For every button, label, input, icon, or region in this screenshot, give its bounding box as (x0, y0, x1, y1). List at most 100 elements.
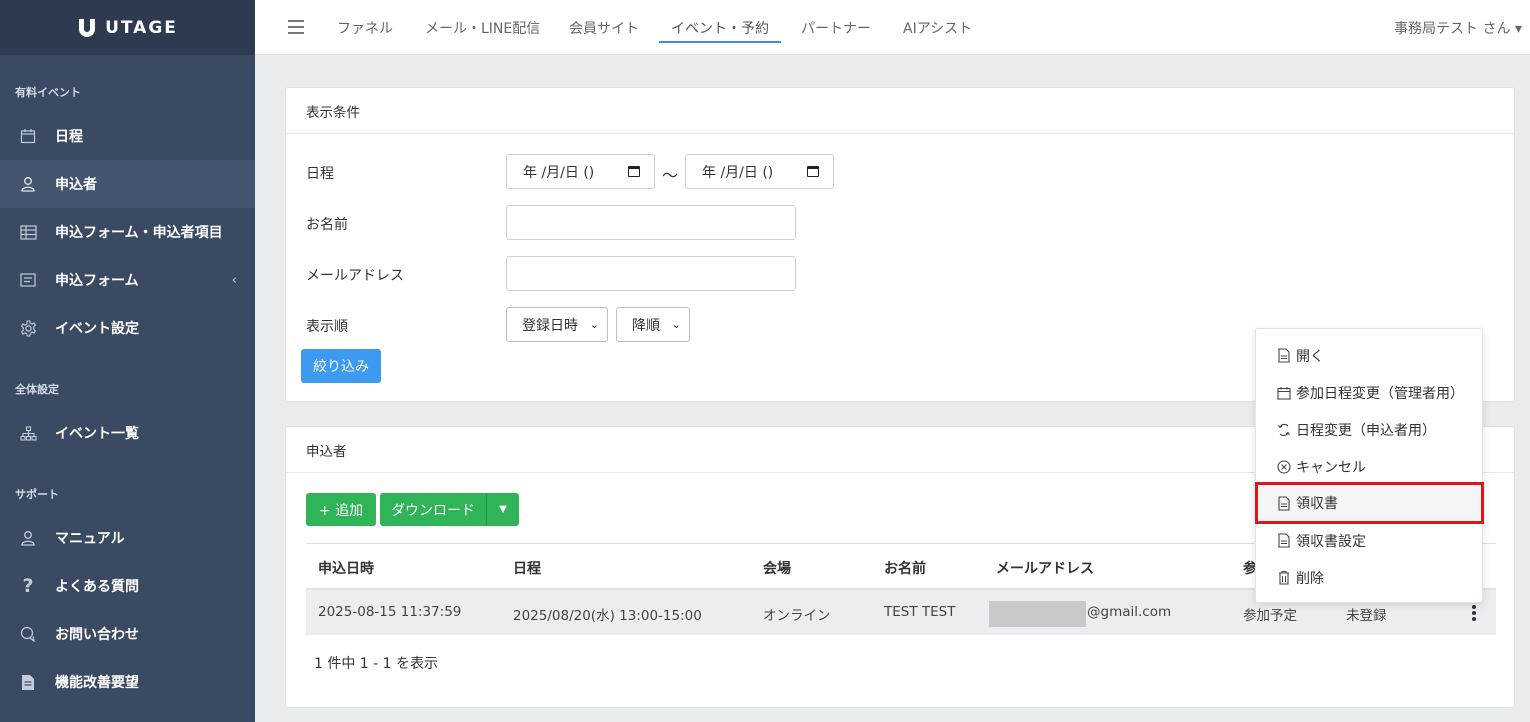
date-to-value: 年 /月/日 () (702, 164, 774, 181)
nav-tab-funnel[interactable]: ファネル (337, 18, 393, 38)
nav-tab-ai-assist[interactable]: AIアシスト (903, 18, 972, 38)
venue-cell: オンライン (763, 608, 831, 624)
menu-toggle-icon[interactable] (288, 20, 304, 34)
menu-item-label: 日程変更（申込者用） (1296, 422, 1436, 439)
name-input[interactable] (506, 205, 796, 240)
filter-card-title: 表示条件 (286, 88, 1514, 134)
sidebar-item-feature-request[interactable]: 機能改善要望 (0, 658, 255, 706)
status-cell: 参加予定 (1243, 608, 1297, 624)
chat-icon (18, 624, 38, 644)
sort-direction-select[interactable]: 降順 ⌄ (616, 307, 690, 342)
menu-item-label: 参加日程変更（管理者用） (1296, 385, 1464, 402)
calendar-picker-icon[interactable] (628, 166, 640, 177)
menu-item-label: 開く (1296, 348, 1324, 365)
chevron-left-icon: ‹ (231, 272, 237, 288)
email-input[interactable] (506, 256, 796, 291)
table-icon (18, 222, 38, 242)
calendar-picker-icon[interactable] (807, 166, 819, 177)
column-venue[interactable]: 会場 (763, 558, 791, 578)
column-applied-at[interactable]: 申込日時 (318, 558, 374, 578)
date-from-value: 年 /月/日 () (523, 164, 595, 181)
menu-item-receipt[interactable]: 領収書 (1255, 482, 1484, 524)
utage-logo-icon (79, 18, 96, 37)
sort-order-label: 表示順 (306, 319, 348, 335)
date-range-separator: ～ (662, 166, 679, 185)
sidebar-item-event-settings[interactable]: イベント設定 (0, 304, 255, 352)
brand-name: UTAGE (105, 17, 178, 38)
calendar-icon (1276, 385, 1291, 401)
menu-item-label: キャンセル (1296, 459, 1366, 476)
user-icon (18, 174, 38, 194)
file-icon (1276, 533, 1291, 549)
chevron-down-icon: ⌄ (589, 318, 599, 331)
nav-tab-member-site[interactable]: 会員サイト (569, 18, 639, 38)
question-icon: ? (22, 575, 34, 597)
sidebar-section-support: サポート (15, 488, 59, 501)
name-label: お名前 (306, 217, 348, 233)
sidebar-item-label: お問い合わせ (55, 627, 139, 643)
sidebar-item-manual[interactable]: マニュアル (0, 514, 255, 562)
sidebar-item-form-fields[interactable]: 申込フォーム・申込者項目 (0, 208, 255, 256)
add-applicant-button[interactable]: + 追加 (306, 493, 376, 526)
date-to-input[interactable]: 年 /月/日 () (685, 154, 834, 189)
email-label: メールアドレス (306, 268, 404, 284)
row-actions-kebab-icon[interactable] (1472, 605, 1476, 623)
file-icon (1276, 348, 1291, 364)
sidebar-item-schedule[interactable]: 日程 (0, 112, 255, 160)
nav-tab-partner[interactable]: パートナー (801, 18, 871, 38)
sidebar-item-faq[interactable]: ? よくある質問 (0, 562, 255, 610)
menu-item-open[interactable]: 開く (1256, 337, 1482, 374)
nav-tab-mail-line[interactable]: メール・LINE配信 (425, 18, 540, 38)
user-icon (18, 528, 38, 548)
form-icon (18, 270, 38, 290)
schedule-label: 日程 (306, 166, 334, 182)
schedule-cell: 2025/08/20(水) 13:00-15:00 (513, 608, 702, 624)
menu-item-label: 削除 (1296, 570, 1324, 587)
applied-at-cell: 2025-08-15 11:37:59 (318, 604, 462, 620)
trash-icon (1276, 570, 1291, 586)
sidebar-item-contact[interactable]: お問い合わせ (0, 610, 255, 658)
menu-item-receipt-settings[interactable]: 領収書設定 (1256, 522, 1482, 559)
sort-field-value: 登録日時 (522, 317, 578, 334)
sidebar-item-label: 申込者 (55, 177, 97, 193)
active-tab-indicator (659, 41, 781, 43)
sidebar-item-label: 機能改善要望 (55, 675, 139, 691)
sidebar-section-global-settings: 全体設定 (15, 383, 59, 396)
cancel-circle-icon (1276, 459, 1291, 475)
menu-item-change-date-applicant[interactable]: 日程変更（申込者用） (1256, 411, 1482, 448)
sidebar-item-forms[interactable]: 申込フォーム ‹ (0, 256, 255, 304)
sidebar-item-label: 申込フォーム (55, 273, 139, 289)
date-from-input[interactable]: 年 /月/日 () (506, 154, 655, 189)
top-navbar: ファネル メール・LINE配信 会員サイト イベント・予約 パートナー AIアシ… (255, 0, 1530, 55)
row-actions-menu: 開く 参加日程変更（管理者用） 日程変更（申込者用） キャンセル 領収書 領収書… (1255, 328, 1484, 603)
chevron-down-icon: ⌄ (671, 318, 681, 331)
sidebar-item-label: マニュアル (55, 531, 125, 547)
nav-tab-events[interactable]: イベント・予約 (671, 18, 769, 38)
menu-item-label: 領収書 (1296, 496, 1338, 512)
sidebar-item-label: イベント設定 (55, 321, 139, 337)
column-schedule[interactable]: 日程 (513, 558, 541, 578)
sidebar-item-label: 日程 (55, 129, 83, 145)
sidebar-item-label: 申込フォーム・申込者項目 (55, 225, 223, 241)
sidebar-item-label: よくある質問 (55, 579, 139, 595)
sidebar-item-event-list[interactable]: イベント一覧 (0, 409, 255, 457)
column-name[interactable]: お名前 (884, 558, 926, 578)
filter-submit-button[interactable]: 絞り込み (301, 349, 381, 383)
menu-item-change-date-admin[interactable]: 参加日程変更（管理者用） (1256, 374, 1482, 411)
download-options-toggle[interactable]: ▼ (486, 493, 519, 526)
sidebar-section-paid-events: 有料イベント (15, 86, 81, 99)
menu-item-label: 領収書設定 (1296, 533, 1366, 550)
document-icon (18, 672, 38, 692)
sidebar: UTAGE 有料イベント 日程 申込者 申込フォーム・申込者項目 申込フォーム … (0, 0, 255, 722)
gear-icon (18, 318, 38, 338)
menu-item-delete[interactable]: 削除 (1256, 559, 1482, 596)
pagination-summary: 1 件中 1 - 1 を表示 (314, 656, 439, 672)
download-button[interactable]: ダウンロード (380, 493, 486, 526)
user-menu[interactable]: 事務局テスト さん ▾ (1394, 18, 1522, 38)
brand[interactable]: UTAGE (0, 0, 255, 55)
menu-item-cancel[interactable]: キャンセル (1256, 448, 1482, 485)
column-email[interactable]: メールアドレス (996, 558, 1094, 578)
sort-direction-value: 降順 (632, 317, 660, 334)
sidebar-item-applicants[interactable]: 申込者 (0, 160, 255, 208)
sort-field-select[interactable]: 登録日時 ⌄ (506, 307, 608, 342)
